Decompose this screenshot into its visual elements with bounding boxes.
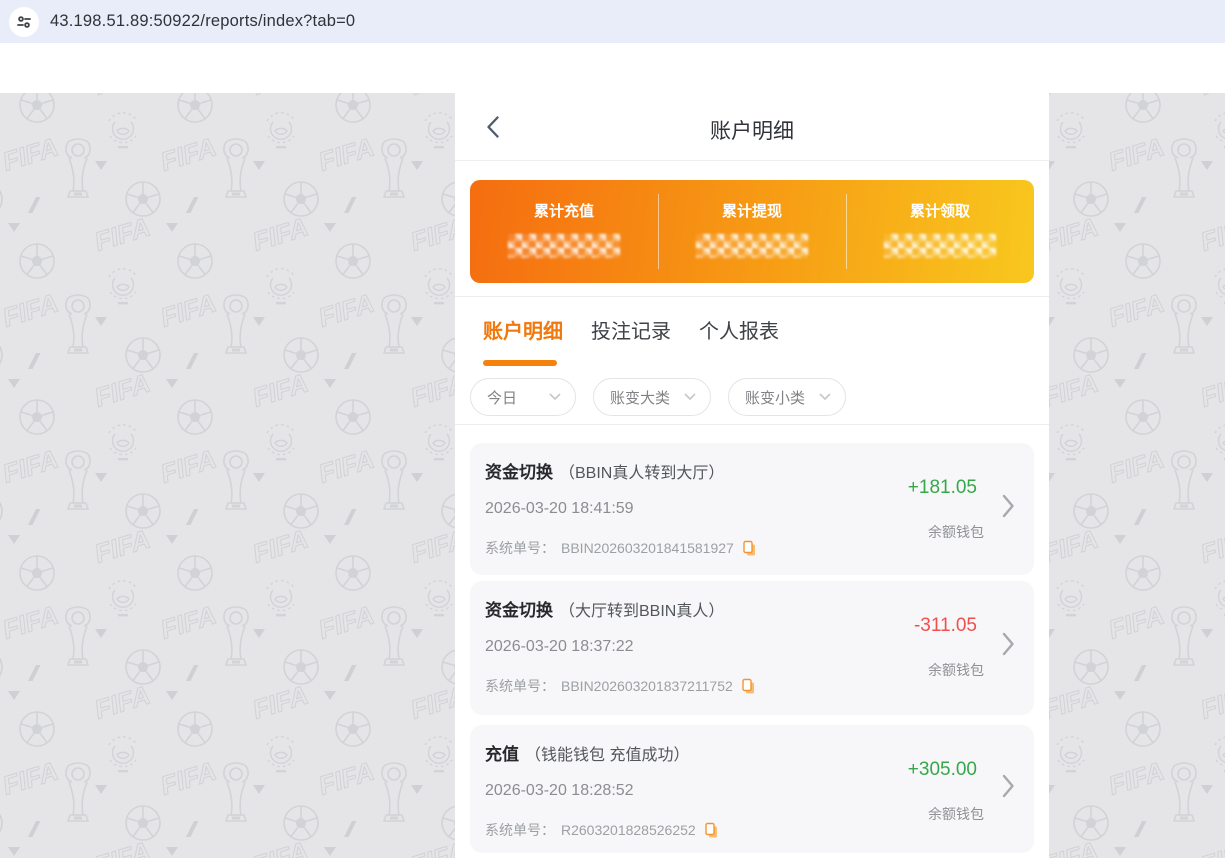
tab-account-details[interactable]: 账户明细 (483, 315, 563, 344)
filter-label: 账变大类 (610, 389, 671, 407)
section-divider (455, 424, 1049, 425)
summary-card: 累计充值 累计提现 累计领取 (470, 180, 1034, 283)
filter-major-category-dropdown[interactable]: 账变大类 (593, 378, 711, 416)
copy-icon[interactable] (742, 540, 757, 557)
chevron-right-icon[interactable] (1002, 493, 1015, 524)
transaction-row[interactable]: 资金切换 （BBIN真人转到大厅） 2026-03-20 18:41:59 系统单… (470, 443, 1034, 575)
page: FIFA (0, 43, 1225, 858)
summary-label: 累计充值 (533, 203, 594, 220)
transaction-wallet: 余额钱包 (928, 662, 984, 678)
copy-icon[interactable] (741, 678, 756, 695)
transaction-order-row: 系统单号： R2603201828526252 (485, 820, 719, 840)
transaction-datetime: 2026-03-20 18:28:52 (485, 782, 634, 799)
transaction-type: 资金切换 (485, 463, 553, 482)
transaction-wallet: 余额钱包 (928, 806, 984, 822)
active-tab-underline (483, 360, 557, 366)
page-title: 账户明细 (710, 120, 794, 143)
filter-bar: 今日 账变大类 账变小类 (470, 378, 846, 416)
chevron-right-icon[interactable] (1002, 773, 1015, 804)
chevron-down-icon (684, 393, 696, 400)
transaction-row[interactable]: 资金切换 （大厅转到BBIN真人） 2026-03-20 18:37:22 系统单… (470, 581, 1034, 715)
transaction-amount: +305.00 (907, 759, 977, 780)
order-label: 系统单号： (485, 540, 555, 556)
transaction-amount: +181.05 (907, 477, 977, 498)
transaction-detail: （钱能钱包 充值成功） (525, 747, 690, 764)
chevron-right-icon[interactable] (1002, 631, 1015, 662)
site-settings-icon[interactable] (9, 6, 39, 37)
chevron-down-icon (819, 393, 831, 400)
transaction-title: 充值 （钱能钱包 充值成功） (485, 740, 689, 765)
transaction-order-row: 系统单号： BBIN202603201841581927 (485, 538, 757, 558)
order-number: R2603201828526252 (561, 822, 696, 838)
transaction-type: 充值 (485, 745, 519, 764)
order-number: BBIN202603201837211752 (561, 678, 733, 694)
copy-icon[interactable] (704, 822, 719, 839)
order-number: BBIN202603201841581927 (561, 540, 734, 556)
filter-date-dropdown[interactable]: 今日 (470, 378, 576, 416)
summary-value-blurred (696, 234, 808, 258)
summary-value-blurred (508, 234, 620, 258)
summary-total-claimed: 累计领取 (846, 180, 1034, 283)
transaction-datetime: 2026-03-20 18:37:22 (485, 638, 634, 655)
url-text[interactable]: 43.198.51.89:50922/reports/index?tab=0 (50, 12, 355, 31)
transaction-detail: （BBIN真人转到大厅） (559, 465, 725, 482)
app-header: 账户明细 (455, 43, 1049, 161)
summary-label: 累计领取 (909, 203, 970, 220)
filter-label: 账变小类 (745, 389, 806, 407)
chevron-down-icon (549, 393, 561, 400)
tab-bar: 账户明细 投注记录 个人报表 (483, 315, 779, 344)
tab-bet-records[interactable]: 投注记录 (591, 315, 671, 344)
transaction-order-row: 系统单号： BBIN202603201837211752 (485, 676, 756, 696)
filter-label: 今日 (487, 389, 518, 407)
transaction-detail: （大厅转到BBIN真人） (559, 603, 725, 620)
tab-personal-report[interactable]: 个人报表 (699, 315, 779, 344)
order-label: 系统单号： (485, 678, 555, 694)
transaction-datetime: 2026-03-20 18:41:59 (485, 500, 634, 517)
browser-url-bar[interactable]: 43.198.51.89:50922/reports/index?tab=0 (0, 0, 1225, 43)
summary-label: 累计提现 (721, 203, 782, 220)
transaction-type: 资金切换 (485, 601, 553, 620)
summary-total-deposit: 累计充值 (470, 180, 658, 283)
section-divider (455, 296, 1049, 297)
transaction-title: 资金切换 （大厅转到BBIN真人） (485, 596, 724, 621)
order-label: 系统单号： (485, 822, 555, 838)
summary-value-blurred (884, 234, 996, 258)
summary-total-withdraw: 累计提现 (658, 180, 846, 283)
transaction-title: 资金切换 （BBIN真人转到大厅） (485, 458, 724, 483)
transaction-amount: -311.05 (913, 615, 977, 636)
transaction-row[interactable]: 充值 （钱能钱包 充值成功） 2026-03-20 18:28:52 系统单号： … (470, 725, 1034, 853)
app-content-column: 账户明细 累计充值 累计提现 累计领取 账户明细 投注记录 个人报表 今日 账变… (455, 43, 1049, 858)
transaction-wallet: 余额钱包 (928, 524, 984, 540)
filter-minor-category-dropdown[interactable]: 账变小类 (728, 378, 846, 416)
